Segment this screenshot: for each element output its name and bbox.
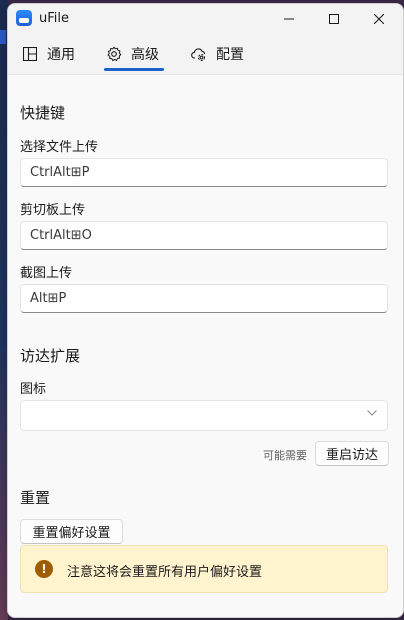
tab-general[interactable]: 通用 [22, 34, 75, 74]
tab-config[interactable]: 配置 [191, 34, 244, 74]
icon-label: 图标 [20, 382, 47, 397]
app-title: uFile [39, 11, 69, 26]
close-window-icon [374, 14, 384, 24]
reset-preferences-button[interactable]: 重置偏好设置 [20, 519, 123, 544]
minimize-button[interactable] [266, 4, 312, 34]
select-file-upload-shortcut-input[interactable]: CtrlAlt⊞P [20, 158, 388, 187]
clipboard-upload-label: 剪切板上传 [20, 203, 86, 218]
navigation-bar: 通用 高级 配置 [8, 34, 403, 92]
tab-general-label: 通用 [47, 47, 75, 63]
app-icon [16, 10, 32, 26]
warning-icon: ! [35, 560, 53, 578]
reset-warning-banner: ! 注意这将会重置所有用户偏好设置 [20, 545, 388, 593]
restart-finder-button[interactable]: 重启访达 [315, 441, 389, 466]
app-window: uFile 通用 高级 配置 快捷键 选择文件上传 CtrlAlt⊞P 剪切板上… [7, 3, 404, 618]
maximize-icon [329, 14, 339, 24]
selected-tab-indicator [104, 68, 164, 71]
screenshot-upload-label: 截图上传 [20, 266, 73, 281]
chevron-down-icon [367, 410, 377, 416]
gear-icon [106, 46, 122, 62]
panel-icon [22, 46, 38, 62]
restart-hint-text: 可能需要 [263, 449, 307, 462]
clipboard-upload-shortcut-input[interactable]: CtrlAlt⊞O [20, 221, 388, 250]
reset-warning-text: 注意这将会重置所有用户偏好设置 [67, 565, 263, 580]
title-bar[interactable]: uFile [8, 4, 403, 34]
tab-advanced-label: 高级 [131, 47, 159, 63]
screenshot-upload-shortcut-input[interactable]: Alt⊞P [20, 284, 388, 313]
finder-extension-section-title: 访达扩展 [20, 347, 81, 365]
settings-content: 快捷键 选择文件上传 CtrlAlt⊞P 剪切板上传 CtrlAlt⊞O 截图上… [8, 75, 403, 617]
minimize-icon [284, 18, 294, 20]
reset-section-title: 重置 [20, 489, 51, 507]
close-window-button[interactable] [356, 4, 402, 34]
icon-select[interactable] [20, 400, 388, 431]
desktop-background-fragment [0, 30, 6, 44]
cloud-settings-icon [191, 46, 207, 62]
tab-config-label: 配置 [216, 47, 244, 63]
shortcuts-section-title: 快捷键 [20, 104, 66, 122]
select-file-upload-label: 选择文件上传 [20, 140, 99, 155]
maximize-button[interactable] [311, 4, 357, 34]
